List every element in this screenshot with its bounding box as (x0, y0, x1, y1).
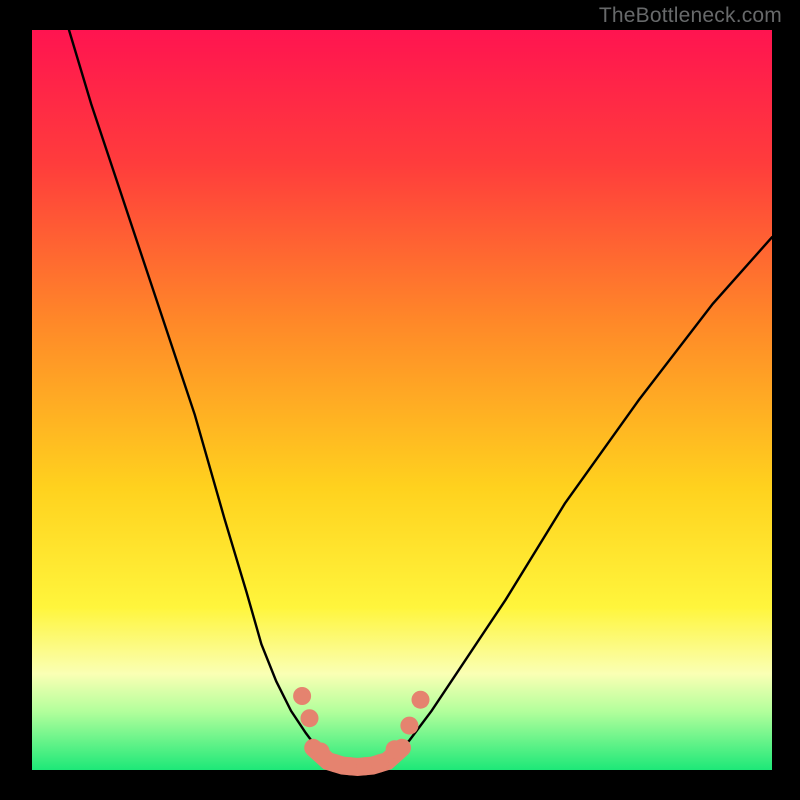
data-marker (293, 687, 311, 705)
watermark-label: TheBottleneck.com (599, 4, 782, 28)
plot-area (32, 30, 772, 770)
data-marker (301, 709, 319, 727)
data-marker (356, 757, 374, 775)
data-marker (371, 754, 389, 772)
data-marker (386, 740, 404, 758)
data-marker (326, 754, 344, 772)
chart-frame: TheBottleneck.com (0, 0, 800, 800)
data-marker (312, 743, 330, 761)
data-marker (412, 691, 430, 709)
data-marker (400, 717, 418, 735)
chart-svg (0, 0, 800, 800)
